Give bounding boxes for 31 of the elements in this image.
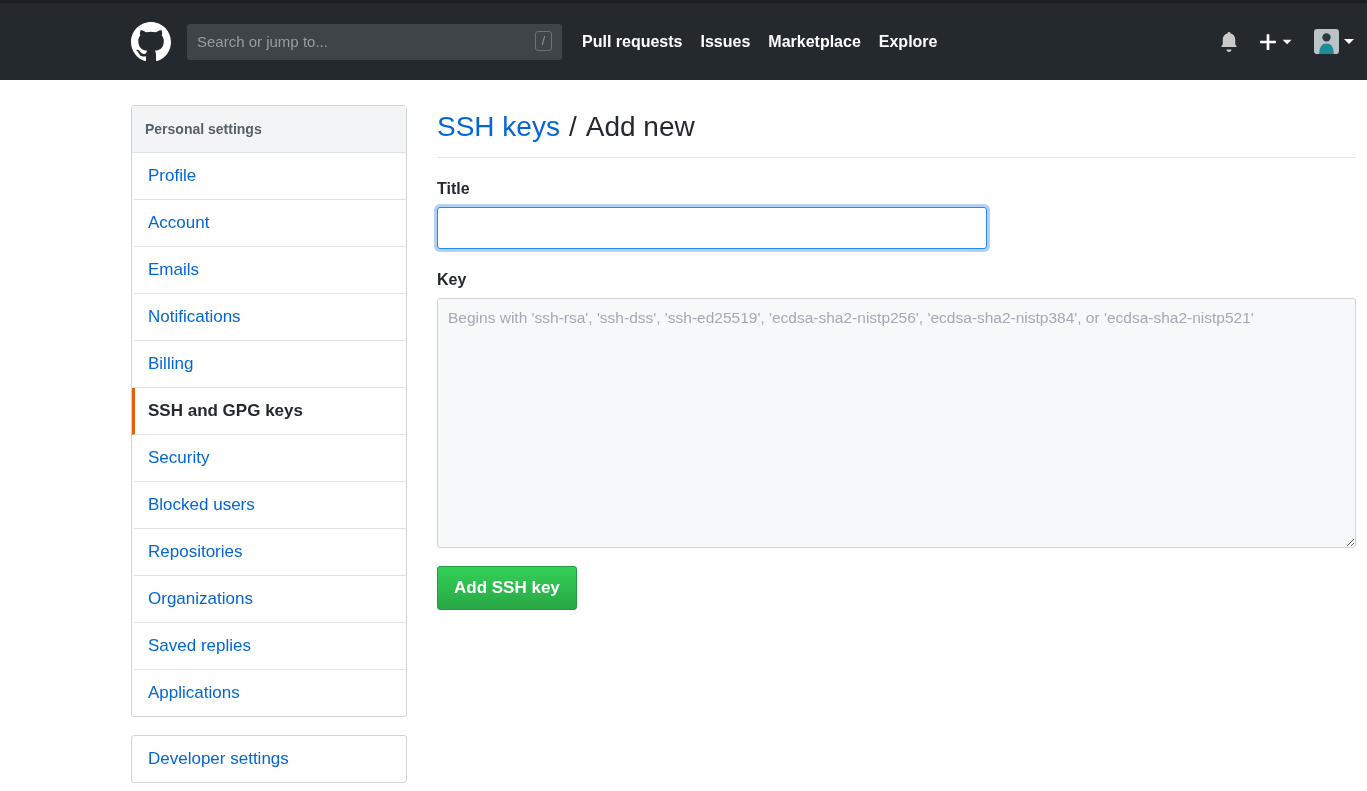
breadcrumb-link[interactable]: SSH keys xyxy=(437,111,560,143)
menu-item[interactable]: Repositories xyxy=(132,529,406,576)
title-input-field[interactable] xyxy=(437,207,987,249)
plus-dropdown-icon[interactable] xyxy=(1260,32,1294,51)
menu-item[interactable]: SSH and GPG keys xyxy=(132,388,406,435)
shortcut-key-hint: / xyxy=(534,30,552,51)
menu-item[interactable]: Profile xyxy=(132,153,406,200)
menu-item[interactable]: Blocked users xyxy=(132,482,406,529)
menu-item[interactable]: Applications xyxy=(132,670,406,716)
notifications-bell-icon[interactable] xyxy=(1220,31,1238,52)
menu-heading: Personal settings xyxy=(132,106,406,153)
avatar-icon[interactable] xyxy=(1314,29,1339,54)
menu-item[interactable]: Organizations xyxy=(132,576,406,623)
breadcrumb-separator: / xyxy=(568,111,577,143)
nav-link[interactable]: Marketplace xyxy=(768,32,861,51)
field-label: Title xyxy=(437,180,471,198)
nav-link[interactable]: Issues xyxy=(700,32,751,51)
nav-link[interactable]: Pull requests xyxy=(582,32,683,51)
menu-item[interactable]: Account xyxy=(132,200,406,247)
menu-item[interactable]: Notifications xyxy=(132,294,406,341)
github-logo-icon[interactable] xyxy=(131,21,171,62)
nav-link[interactable]: Explore xyxy=(878,32,938,51)
menu-item[interactable]: Developer settings xyxy=(132,736,406,782)
field-label: Key xyxy=(437,271,468,289)
page-title: Add new xyxy=(585,111,695,143)
menu-item[interactable]: Billing xyxy=(132,341,406,388)
menu-item[interactable]: Security xyxy=(132,435,406,482)
key-input-field[interactable]: Begins with 'ssh-rsa', 'ssh-dss', 'ssh-ed25519', 'ecdsa-sha2-nistp256', 'ecdsa-sha2-nistp384', or 'ecdsa-sha2-nistp521' xyxy=(437,298,1356,548)
caret-icon[interactable] xyxy=(1344,39,1354,44)
menu-item[interactable]: Emails xyxy=(132,247,406,294)
menu-item[interactable]: Saved replies xyxy=(132,623,406,670)
